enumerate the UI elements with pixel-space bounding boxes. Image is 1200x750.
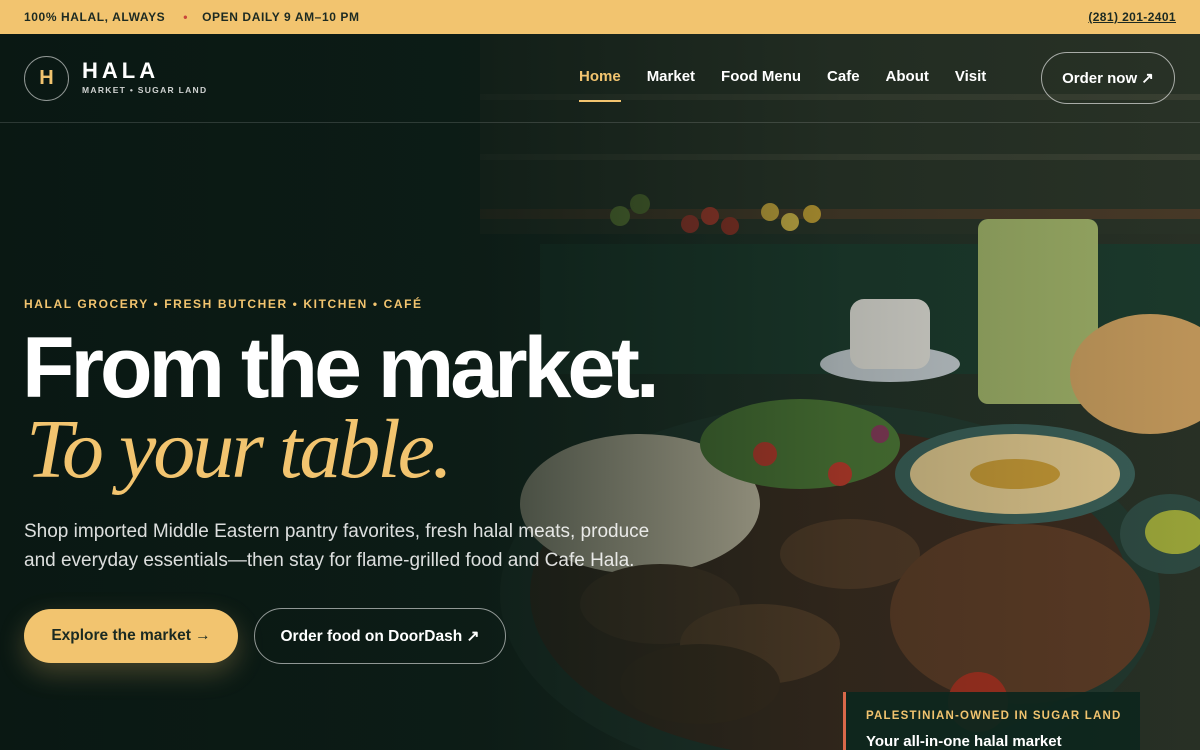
order-now-button[interactable]: Order now ↗ (1041, 52, 1175, 104)
logo-badge[interactable]: H (24, 56, 69, 101)
opening-hours: OPEN DAILY 9 AM–10 PM (202, 10, 360, 24)
separator-dot-icon: • (183, 10, 189, 24)
nav-item-market[interactable]: Market (647, 68, 695, 95)
brand-name[interactable]: HALA (82, 58, 159, 84)
doordash-order-button[interactable]: Order food on DoorDash ↗ (254, 608, 506, 664)
announcement-bar: 100% HALAL, ALWAYS • OPEN DAILY 9 AM–10 … (0, 0, 1200, 34)
phone-link[interactable]: (281) 201-2401 (1088, 10, 1176, 24)
hero-headline-accent: To your table. (26, 403, 453, 496)
explore-market-button[interactable]: Explore the market → (24, 609, 238, 663)
nav-item-visit[interactable]: Visit (955, 68, 986, 95)
halal-note: 100% HALAL, ALWAYS (24, 10, 166, 24)
info-card: PALESTINIAN-OWNED IN SUGAR LAND Your all… (843, 692, 1140, 750)
hero-eyebrow: HALAL GROCERY • FRESH BUTCHER • KITCHEN … (24, 297, 423, 311)
site-header: H HALA MARKET • SUGAR LAND Home Market F… (0, 34, 1200, 123)
nav-item-home[interactable]: Home (579, 68, 621, 102)
hero-lead: Shop imported Middle Eastern pantry favo… (24, 521, 650, 571)
nav-item-food-menu[interactable]: Food Menu (721, 68, 801, 95)
main-nav: Home Market Food Menu Cafe About Visit (579, 68, 1012, 102)
nav-item-about[interactable]: About (886, 68, 929, 95)
info-card-title: Your all-in-one halal market (866, 733, 1062, 750)
nav-item-cafe[interactable]: Cafe (827, 68, 860, 95)
brand-subtitle: MARKET • SUGAR LAND (82, 85, 208, 95)
info-card-tag: PALESTINIAN-OWNED IN SUGAR LAND (866, 710, 1122, 722)
